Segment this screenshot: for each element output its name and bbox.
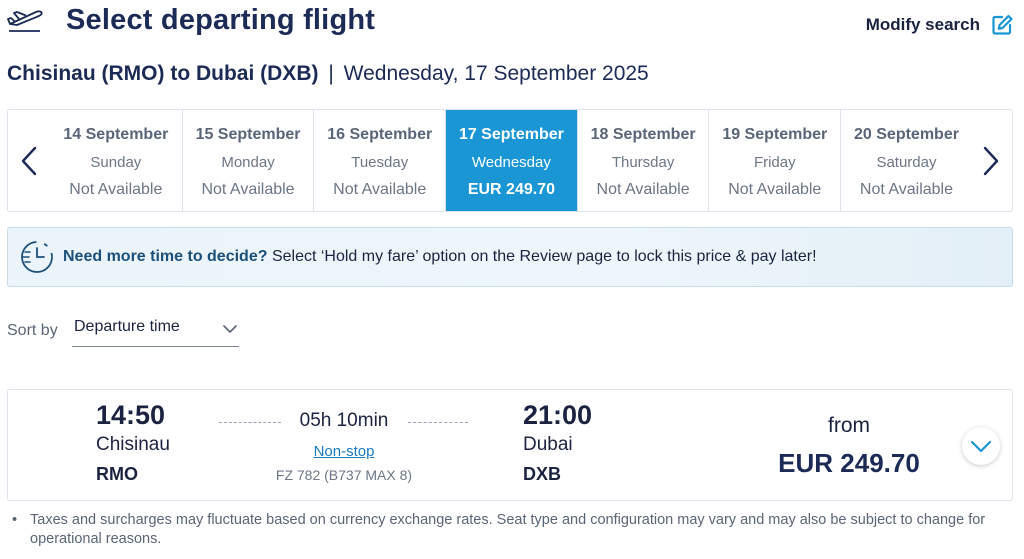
- date-tab[interactable]: 15 September Monday Not Available: [181, 110, 314, 211]
- date-tab[interactable]: 16 September Tuesday Not Available: [313, 110, 445, 211]
- departure-city: Chisinau: [96, 434, 170, 455]
- date-tab-weekday: Tuesday: [351, 154, 409, 171]
- flight-number: FZ 782 (B737 MAX 8): [275, 467, 413, 483]
- date-tab-date: 14 September: [63, 126, 169, 143]
- hold-fare-body: Select ‘Hold my fare’ option on the Revi…: [271, 248, 817, 265]
- date-tabs: 14 September Sunday Not Available 15 Sep…: [50, 110, 972, 211]
- date-tab-date: 20 September: [854, 126, 959, 143]
- sort-dropdown[interactable]: Departure time: [72, 313, 239, 347]
- date-tab-date: 17 September: [458, 126, 564, 143]
- date-tab-date: 18 September: [590, 126, 696, 143]
- chevron-left-icon: [21, 146, 37, 175]
- date-tab-price: Not Available: [859, 181, 954, 198]
- sort-label: Sort by: [7, 322, 58, 339]
- route-text: Chisinau (RMO) to Dubai (DXB): [7, 62, 319, 85]
- date-tab-weekday: Friday: [753, 154, 796, 171]
- date-tab-price: Not Available: [201, 181, 295, 198]
- stops-link[interactable]: Non-stop: [288, 443, 400, 460]
- page-header: Select departing flight Modify search: [0, 0, 1024, 50]
- arrival-city: Dubai: [523, 434, 573, 455]
- arrival-code: DXB: [523, 464, 562, 484]
- hold-fare-banner: Need more time to decide? Select ‘Hold m…: [7, 227, 1013, 287]
- next-dates-button[interactable]: [970, 110, 1012, 211]
- date-tab-date: 15 September: [195, 126, 301, 143]
- disclaimer-text: Taxes and surcharges may fluctuate based…: [30, 512, 986, 547]
- flight-result-card[interactable]: 14:50 Chisinau RMO 05h 10min Non-stop FZ…: [7, 389, 1013, 501]
- date-selector: 14 September Sunday Not Available 15 Sep…: [7, 109, 1013, 212]
- date-tab[interactable]: 20 September Saturday Not Available: [840, 110, 972, 211]
- previous-dates-button[interactable]: [8, 110, 50, 211]
- flight-duration: 05h 10min: [299, 410, 389, 431]
- chevron-right-icon: [983, 146, 999, 175]
- date-tab[interactable]: 14 September Sunday Not Available: [50, 110, 182, 211]
- bullet: •: [12, 512, 18, 528]
- departure-code: RMO: [96, 464, 138, 484]
- price-from-label: from: [828, 414, 870, 437]
- date-tab-price: Not Available: [333, 181, 427, 198]
- clock-icon: [21, 241, 53, 273]
- chevron-down-icon: [223, 325, 237, 333]
- expand-flight-button[interactable]: [962, 427, 1000, 465]
- date-tab-date: 19 September: [722, 126, 828, 143]
- modify-search-link[interactable]: Modify search: [866, 15, 980, 35]
- route-line-left: [219, 422, 281, 423]
- date-tab-weekday: Saturday: [876, 154, 937, 171]
- date-tab-price: Not Available: [728, 181, 822, 198]
- plane-departure-icon: [7, 10, 43, 32]
- chevron-down-icon: [970, 440, 992, 453]
- page-title: Select departing flight: [66, 4, 376, 36]
- arrival-time: 21:00: [523, 400, 593, 430]
- sort-dropdown-value: Departure time: [74, 318, 180, 335]
- date-tab-selected[interactable]: 17 September Wednesday EUR 249.70: [445, 110, 577, 211]
- departure-time: 14:50: [96, 400, 166, 430]
- flight-price: EUR 249.70: [778, 448, 920, 478]
- hold-fare-message: Need more time to decide? Select ‘Hold m…: [63, 248, 817, 266]
- hold-fare-heading: Need more time to decide?: [63, 248, 268, 265]
- route-summary: Chisinau (RMO) to Dubai (DXB) | Wednesda…: [7, 62, 649, 86]
- date-tab-price: Not Available: [69, 181, 163, 198]
- route-line-right: [408, 422, 468, 423]
- date-tab-price: Not Available: [596, 181, 690, 198]
- date-tab[interactable]: 18 September Thursday Not Available: [576, 110, 709, 211]
- date-tab-price: EUR 249.70: [467, 181, 555, 198]
- edit-icon[interactable]: [991, 14, 1013, 36]
- fare-disclaimer: • Taxes and surcharges may fluctuate bas…: [12, 511, 1012, 549]
- date-tab-weekday: Wednesday: [471, 154, 551, 171]
- route-separator: |: [328, 62, 334, 85]
- route-date: Wednesday, 17 September 2025: [343, 62, 649, 85]
- date-tab-weekday: Monday: [221, 154, 275, 171]
- date-tab[interactable]: 19 September Friday Not Available: [708, 110, 840, 211]
- date-tab-weekday: Thursday: [611, 154, 675, 171]
- date-tab-weekday: Sunday: [90, 154, 142, 171]
- date-tab-date: 16 September: [327, 126, 433, 143]
